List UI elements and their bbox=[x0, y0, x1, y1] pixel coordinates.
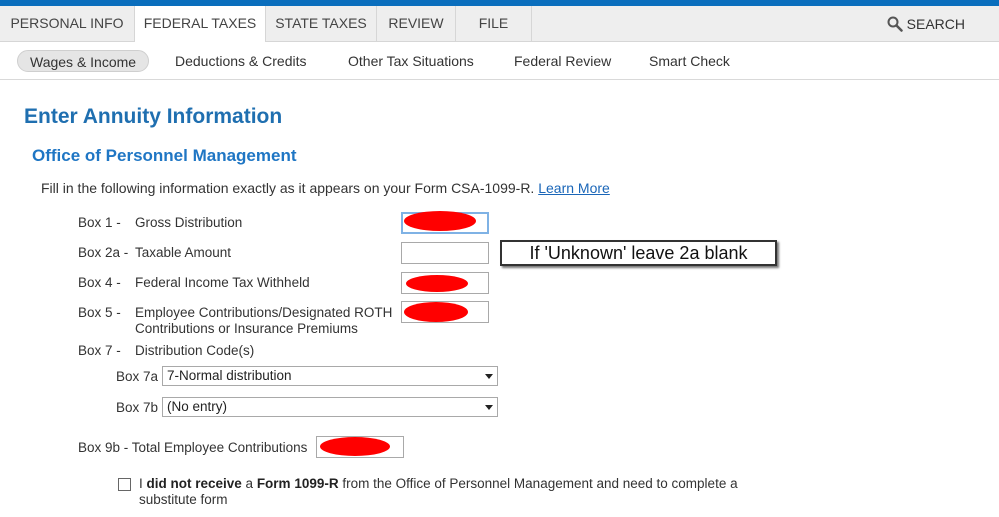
search-label: SEARCH bbox=[906, 16, 965, 32]
distribution-code-7a-select[interactable]: 7-Normal distribution bbox=[162, 366, 498, 386]
box5-label: Box 5 - Employee Contributions/Designated… bbox=[78, 305, 392, 320]
checkbox-text-bold2: Form 1099-R bbox=[256, 476, 339, 491]
magnifier-icon bbox=[887, 16, 907, 32]
checkbox-text-part2: a bbox=[241, 476, 257, 491]
box7a-label: Box 7a bbox=[116, 369, 159, 384]
tab-file[interactable]: FILE bbox=[456, 6, 532, 42]
intro-sentence: Fill in the following information exactl… bbox=[41, 180, 535, 196]
box1-label: Box 1 - Gross Distribution bbox=[78, 215, 242, 230]
search-button[interactable]: SEARCH bbox=[887, 6, 965, 42]
box5-number: Box 5 - bbox=[78, 305, 121, 320]
box4-number: Box 4 - bbox=[78, 275, 121, 290]
learn-more-link[interactable]: Learn More bbox=[538, 180, 610, 196]
checkbox-text-part1: I bbox=[139, 476, 147, 491]
box7-number: Box 7 - bbox=[78, 343, 121, 358]
box7-label: Box 7 - Distribution Code(s) bbox=[78, 343, 254, 358]
chevron-down-icon bbox=[485, 405, 493, 410]
no-1099r-checkbox[interactable] bbox=[118, 478, 131, 491]
box2a-label: Box 2a - Taxable Amount bbox=[78, 245, 231, 260]
redaction-mark bbox=[404, 211, 476, 231]
box7b-selected-value: (No entry) bbox=[167, 399, 228, 414]
section-title: Office of Personnel Management bbox=[32, 146, 297, 165]
annotation-callout: If 'Unknown' leave 2a blank bbox=[500, 240, 777, 266]
tab-federal-taxes[interactable]: FEDERAL TAXES bbox=[135, 6, 266, 43]
redaction-mark bbox=[320, 437, 390, 456]
redaction-mark bbox=[404, 302, 468, 322]
box7b-label: Box 7b bbox=[116, 400, 159, 415]
box2a-text: Taxable Amount bbox=[135, 245, 232, 260]
box2a-number: Box 2a - bbox=[78, 245, 129, 260]
distribution-code-7b-select[interactable]: (No entry) bbox=[162, 397, 498, 417]
page-title: Enter Annuity Information bbox=[24, 105, 283, 128]
no-1099r-checkbox-label: I did not receive a Form 1099-R from the… bbox=[139, 476, 769, 508]
box4-label: Box 4 - Federal Income Tax Withheld bbox=[78, 275, 310, 290]
tab-review[interactable]: REVIEW bbox=[377, 6, 456, 42]
box9b-label: Box 9b - Total Employee Contributions bbox=[78, 440, 308, 455]
box7-text: Distribution Code(s) bbox=[135, 343, 255, 358]
tab-state-taxes[interactable]: STATE TAXES bbox=[266, 6, 377, 42]
tab-personal-info[interactable]: PERSONAL INFO bbox=[0, 6, 135, 42]
checkbox-text-bold1: did not receive bbox=[146, 476, 242, 491]
main-nav: PERSONAL INFO FEDERAL TAXES STATE TAXES … bbox=[0, 6, 999, 43]
chevron-down-icon bbox=[485, 374, 493, 379]
box5-text-line2: Contributions or Insurance Premiums bbox=[135, 321, 358, 336]
box1-text: Gross Distribution bbox=[135, 215, 243, 230]
box4-text: Federal Income Tax Withheld bbox=[135, 275, 310, 290]
subtab-federal-review[interactable]: Federal Review bbox=[514, 50, 611, 72]
sub-nav: Wages & Income Deductions & Credits Othe… bbox=[0, 42, 999, 80]
box1-number: Box 1 - bbox=[78, 215, 121, 230]
box5-text-line1: Employee Contributions/Designated ROTH bbox=[135, 305, 393, 320]
subtab-smart-check[interactable]: Smart Check bbox=[649, 50, 730, 72]
redaction-mark bbox=[406, 275, 468, 292]
taxable-amount-input[interactable] bbox=[401, 242, 489, 264]
subtab-other-tax-situations[interactable]: Other Tax Situations bbox=[348, 50, 474, 72]
intro-text: Fill in the following information exactl… bbox=[41, 180, 610, 196]
subtab-deductions-credits[interactable]: Deductions & Credits bbox=[175, 50, 307, 72]
subtab-wages-income[interactable]: Wages & Income bbox=[17, 50, 150, 72]
box7a-selected-value: 7-Normal distribution bbox=[167, 368, 292, 383]
